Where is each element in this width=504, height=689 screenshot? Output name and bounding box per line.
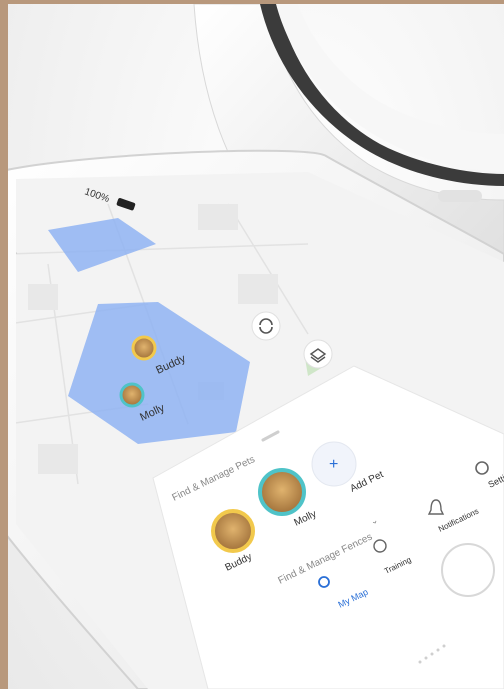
speaker-grille	[438, 190, 482, 202]
product-scene: M 100% Buddy Molly Find & Manage Pets	[8, 4, 504, 689]
refresh-button[interactable]	[251, 311, 281, 341]
plus-icon: +	[329, 456, 338, 473]
scene-svg: M 100% Buddy Molly Find & Manage Pets	[8, 4, 504, 689]
frame-left-border	[0, 0, 8, 689]
layers-button[interactable]	[303, 339, 333, 369]
